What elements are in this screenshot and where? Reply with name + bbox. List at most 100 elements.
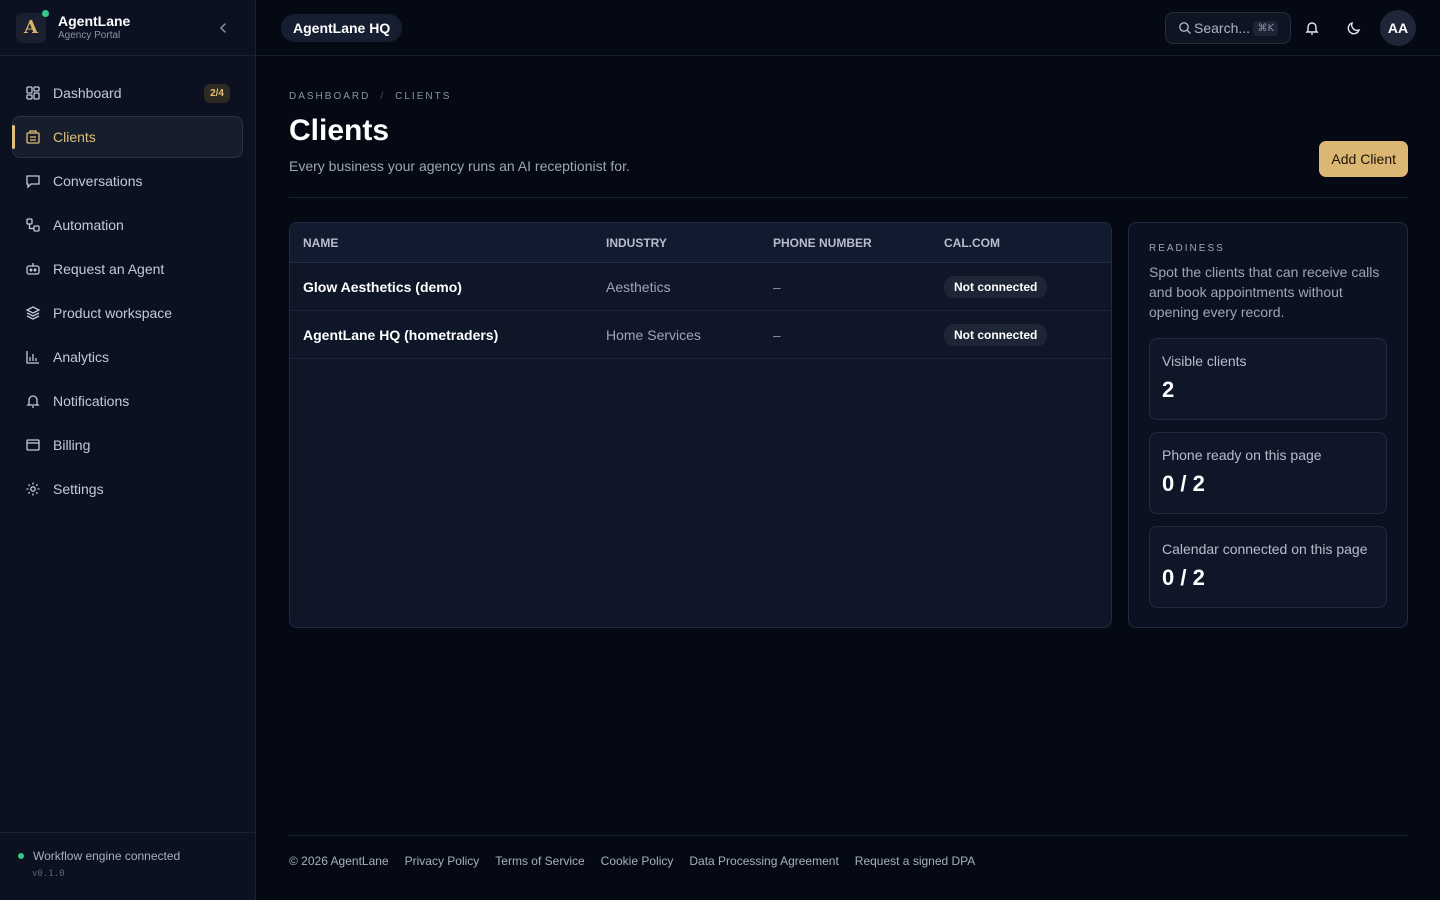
client-industry: Aesthetics bbox=[606, 278, 671, 295]
sidebar-item-settings[interactable]: Settings bbox=[12, 468, 243, 510]
bell-icon bbox=[1305, 22, 1319, 35]
readiness-title: READINESS bbox=[1149, 243, 1225, 254]
column-header-cal[interactable]: CAL.COM bbox=[944, 236, 1111, 250]
sidebar-item-automation[interactable]: Automation bbox=[12, 204, 243, 246]
layers-icon bbox=[25, 305, 41, 321]
sidebar-item-product-workspace[interactable]: Product workspace bbox=[12, 292, 243, 334]
sidebar-item-label: Dashboard bbox=[53, 85, 122, 101]
workspace-switcher[interactable]: AgentLane HQ bbox=[281, 14, 403, 42]
main-content: DASHBOARD / CLIENTS Clients Every busine… bbox=[289, 56, 1408, 628]
column-header-phone[interactable]: PHONE NUMBER bbox=[773, 236, 944, 250]
search-icon bbox=[1179, 22, 1191, 34]
stat-label: Visible clients bbox=[1162, 353, 1247, 369]
table-row[interactable]: Glow Aesthetics (demo) Aesthetics – Not … bbox=[290, 263, 1111, 311]
header-divider bbox=[289, 197, 1408, 198]
readiness-panel: READINESS Spot the clients that can rece… bbox=[1128, 222, 1408, 628]
readiness-description: Spot the clients that can receive calls … bbox=[1149, 264, 1380, 320]
add-client-button[interactable]: Add Client bbox=[1319, 141, 1408, 177]
sidebar-item-label: Billing bbox=[53, 437, 91, 453]
chevron-left-icon bbox=[219, 23, 226, 33]
clients-table: NAME INDUSTRY PHONE NUMBER CAL.COM Glow … bbox=[289, 222, 1112, 628]
column-header-name[interactable]: NAME bbox=[290, 236, 606, 250]
brand-logo[interactable]: A bbox=[16, 9, 49, 43]
status-badge: Not connected bbox=[944, 323, 1048, 346]
workflow-status-text: Workflow engine connected bbox=[33, 849, 181, 863]
brand-text: AgentLane Agency Portal bbox=[58, 13, 130, 42]
footer-link-cookies[interactable]: Cookie Policy bbox=[601, 854, 674, 868]
sidebar-item-request-agent[interactable]: Request an Agent bbox=[12, 248, 243, 290]
sidebar-item-dashboard[interactable]: Dashboard 2/4 bbox=[12, 72, 243, 114]
footer-link-terms[interactable]: Terms of Service bbox=[495, 854, 584, 868]
stat-card-visible-clients: Visible clients 2 bbox=[1149, 338, 1387, 420]
client-name[interactable]: AgentLane HQ (hometraders) bbox=[290, 327, 606, 343]
dashboard-progress-badge: 2/4 bbox=[204, 83, 230, 103]
client-phone: – bbox=[773, 326, 781, 343]
brand-subtitle: Agency Portal bbox=[58, 30, 121, 41]
sidebar-item-label: Settings bbox=[53, 481, 104, 497]
client-phone: – bbox=[773, 278, 781, 295]
page-title: Clients bbox=[289, 114, 390, 147]
breadcrumb-clients: CLIENTS bbox=[395, 91, 452, 102]
table-header: NAME INDUSTRY PHONE NUMBER CAL.COM bbox=[290, 223, 1111, 263]
bot-icon bbox=[25, 261, 41, 277]
page-subtitle: Every business your agency runs an AI re… bbox=[289, 158, 630, 174]
logo-letter: A bbox=[24, 17, 38, 38]
stat-value: 2 bbox=[1162, 377, 1175, 402]
sidebar-item-label: Analytics bbox=[53, 349, 110, 365]
sidebar-item-clients[interactable]: Clients bbox=[12, 116, 243, 158]
gear-icon bbox=[25, 481, 41, 497]
sidebar-item-notifications[interactable]: Notifications bbox=[12, 380, 243, 422]
search-shortcut: ⌘K bbox=[1253, 20, 1278, 36]
footer-link-dpa[interactable]: Data Processing Agreement bbox=[689, 854, 838, 868]
footer-link-request-dpa[interactable]: Request a signed DPA bbox=[855, 854, 976, 868]
automation-icon bbox=[25, 217, 41, 233]
footer-link-privacy[interactable]: Privacy Policy bbox=[405, 854, 480, 868]
stat-label: Calendar connected on this page bbox=[1162, 541, 1368, 557]
bar-chart-icon bbox=[25, 349, 41, 365]
copyright: © 2026 AgentLane bbox=[289, 853, 389, 868]
table-row[interactable]: AgentLane HQ (hometraders) Home Services… bbox=[290, 311, 1111, 359]
sidebar-nav: Dashboard 2/4 Clients Conversations Auto… bbox=[0, 56, 255, 510]
sidebar-item-analytics[interactable]: Analytics bbox=[12, 336, 243, 378]
column-header-industry[interactable]: INDUSTRY bbox=[606, 236, 773, 250]
sidebar-item-label: Product workspace bbox=[53, 305, 173, 321]
page-footer: © 2026 AgentLane Privacy Policy Terms of… bbox=[289, 835, 1408, 885]
sidebar-footer: Workflow engine connected v0.1.0 bbox=[0, 832, 255, 900]
search-input[interactable]: Search... ⌘K bbox=[1165, 12, 1291, 44]
collapse-sidebar-button[interactable] bbox=[213, 18, 233, 38]
topbar: AgentLane HQ Search... ⌘K AA bbox=[256, 0, 1440, 56]
status-dot bbox=[18, 853, 24, 859]
stat-value: 0 / 2 bbox=[1162, 471, 1205, 496]
client-cal-cell: Not connected bbox=[944, 323, 1111, 346]
sidebar: A AgentLane Agency Portal Dashboard 2/4 … bbox=[0, 0, 256, 900]
client-industry: Home Services bbox=[606, 326, 701, 343]
clients-icon bbox=[25, 129, 41, 145]
search-placeholder: Search... bbox=[1194, 20, 1251, 36]
status-badge: Not connected bbox=[944, 275, 1048, 298]
stat-value: 0 / 2 bbox=[1162, 565, 1205, 590]
workflow-status: Workflow engine connected bbox=[18, 849, 239, 863]
notifications-button[interactable] bbox=[1302, 18, 1322, 38]
breadcrumb-dashboard[interactable]: DASHBOARD bbox=[289, 91, 370, 102]
chat-icon bbox=[25, 173, 41, 189]
dashboard-icon bbox=[25, 85, 41, 101]
sidebar-item-label: Automation bbox=[53, 217, 124, 233]
logo-status-dot bbox=[42, 9, 49, 17]
stat-label: Phone ready on this page bbox=[1162, 447, 1322, 463]
brand-header: A AgentLane Agency Portal bbox=[0, 0, 255, 56]
sidebar-item-label: Clients bbox=[53, 129, 96, 145]
sidebar-item-label: Conversations bbox=[53, 173, 143, 189]
theme-toggle-button[interactable] bbox=[1344, 18, 1364, 38]
client-name[interactable]: Glow Aesthetics (demo) bbox=[290, 279, 606, 295]
sidebar-item-label: Request an Agent bbox=[53, 261, 165, 277]
app-version: v0.1.0 bbox=[32, 869, 65, 879]
credit-card-icon bbox=[25, 437, 41, 453]
sidebar-item-conversations[interactable]: Conversations bbox=[12, 160, 243, 202]
client-cal-cell: Not connected bbox=[944, 275, 1111, 298]
bell-icon bbox=[25, 393, 41, 409]
user-avatar[interactable]: AA bbox=[1380, 10, 1416, 46]
sidebar-item-billing[interactable]: Billing bbox=[12, 424, 243, 466]
breadcrumb-separator: / bbox=[380, 91, 386, 102]
moon-icon bbox=[1347, 21, 1361, 35]
sidebar-item-label: Notifications bbox=[53, 393, 130, 409]
